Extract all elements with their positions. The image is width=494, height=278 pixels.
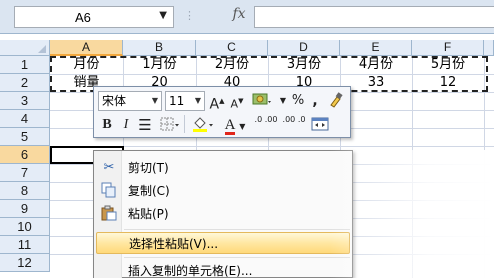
select-all-button[interactable] [0,40,50,56]
grow-font-icon: A [209,96,220,113]
format-painter-button[interactable] [326,91,346,111]
increase-decimal-button[interactable]: .0 .00 [254,115,278,135]
menu-item-copy[interactable]: 复制(C) [96,180,350,202]
menu-item-paste-special[interactable]: 选择性粘贴(V)... [96,232,350,254]
context-menu: ✂ 剪切(T) 复制(C) 粘贴(P) 选择性粘贴(V)... 插入复制的单元格… [93,150,353,278]
column-header-g[interactable] [484,40,494,56]
currency-icon [252,93,271,105]
row-header-9[interactable]: 9 [0,200,50,218]
borders-button[interactable] [158,115,182,135]
mini-toolbar: 宋体 ▼ 11 ▼ A▲ A▼ ▼ % , B I ☰ A ▼ .0 .00 .… [93,86,351,138]
name-box[interactable]: A6 ▼ [14,6,174,28]
font-color-button[interactable]: A ▼ [222,115,248,135]
menu-item-label: 粘贴(P) [128,207,169,221]
font-name-select[interactable]: 宋体 ▼ [98,91,162,111]
row-header-3[interactable]: 3 [0,92,50,110]
column-header-d[interactable]: D [268,40,340,56]
column-header-a[interactable]: A [50,40,123,56]
select-all-icon [38,45,46,53]
bold-button[interactable]: B [98,115,116,135]
align-center-icon: ☰ [138,116,152,134]
formula-bar: A6 ▼ ⋮ fx [0,0,494,34]
font-color-icon: A [224,117,236,135]
formula-bar-grip-icon: ⋮ [184,9,196,22]
column-header-b[interactable]: B [123,40,196,56]
shrink-font-button[interactable]: A▼ [228,91,246,111]
paintbrush-icon [330,92,343,108]
column-header-f[interactable]: F [412,40,484,56]
name-box-dropdown-icon[interactable]: ▼ [159,10,167,21]
paste-icon [100,205,118,223]
italic-button[interactable]: I [118,115,134,135]
row-header-7[interactable]: 7 [0,164,50,182]
copy-icon [100,182,118,200]
merge-center-button[interactable] [310,115,330,135]
shrink-font-icon: A [230,97,239,111]
center-align-button[interactable]: ☰ [136,115,154,135]
menu-separator [124,257,350,258]
grow-font-button[interactable]: A▲ [208,91,226,113]
menu-item-label: 复制(C) [128,184,170,198]
insert-function-button[interactable]: fx [225,6,253,28]
increase-decimal-icon: .0 .00 [254,115,278,124]
column-header-e[interactable]: E [340,40,412,56]
font-size-select[interactable]: 11 ▼ [165,91,205,111]
row-header-12[interactable]: 12 [0,254,50,272]
scissors-icon: ✂ [103,160,115,175]
row-header-8[interactable]: 8 [0,182,50,200]
chevron-down-icon: ▼ [239,122,246,131]
row-header-10[interactable]: 10 [0,218,50,236]
menu-item-label: 选择性粘贴(V)... [129,237,219,251]
menu-item-label: 剪切(T) [128,161,169,175]
column-header-c[interactable]: C [196,40,268,56]
chevron-down-icon: ▼ [151,96,158,105]
row-header-6[interactable]: 6 [0,146,50,164]
toolbar-separator [184,115,185,133]
row-header-11[interactable]: 11 [0,236,50,254]
menu-item-paste[interactable]: 粘贴(P) [96,203,350,225]
decrease-decimal-icon: .00 .0 [282,115,306,124]
row-header-5[interactable]: 5 [0,128,50,146]
merge-cells-icon [311,117,329,131]
menu-separator [124,229,350,230]
menu-item-label: 插入复制的单元格(E)... [128,264,253,278]
decrease-decimal-button[interactable]: .00 .0 [282,115,306,135]
font-name-value: 宋体 [102,94,127,108]
percent-style-button[interactable]: % [290,91,306,111]
screenshot-edge-fade [330,150,494,278]
name-box-value: A6 [75,10,91,25]
fill-color-button[interactable] [190,115,216,135]
font-size-value: 11 [169,94,185,108]
row-header-1[interactable]: 1 [0,56,50,74]
menu-item-cut[interactable]: ✂ 剪切(T) [96,157,350,179]
chevron-down-icon: ▼ [194,96,201,105]
chevron-down-icon[interactable]: ▼ [278,91,288,111]
menu-item-insert-copied-cells[interactable]: 插入复制的单元格(E)... [96,260,350,278]
borders-icon [160,117,179,131]
formula-input[interactable] [254,6,494,28]
row-header-2[interactable]: 2 [0,74,50,92]
comma-style-button[interactable]: , [308,91,322,111]
fill-bucket-icon [193,117,213,132]
row-header-4[interactable]: 4 [0,110,50,128]
accounting-format-button[interactable] [250,91,274,111]
